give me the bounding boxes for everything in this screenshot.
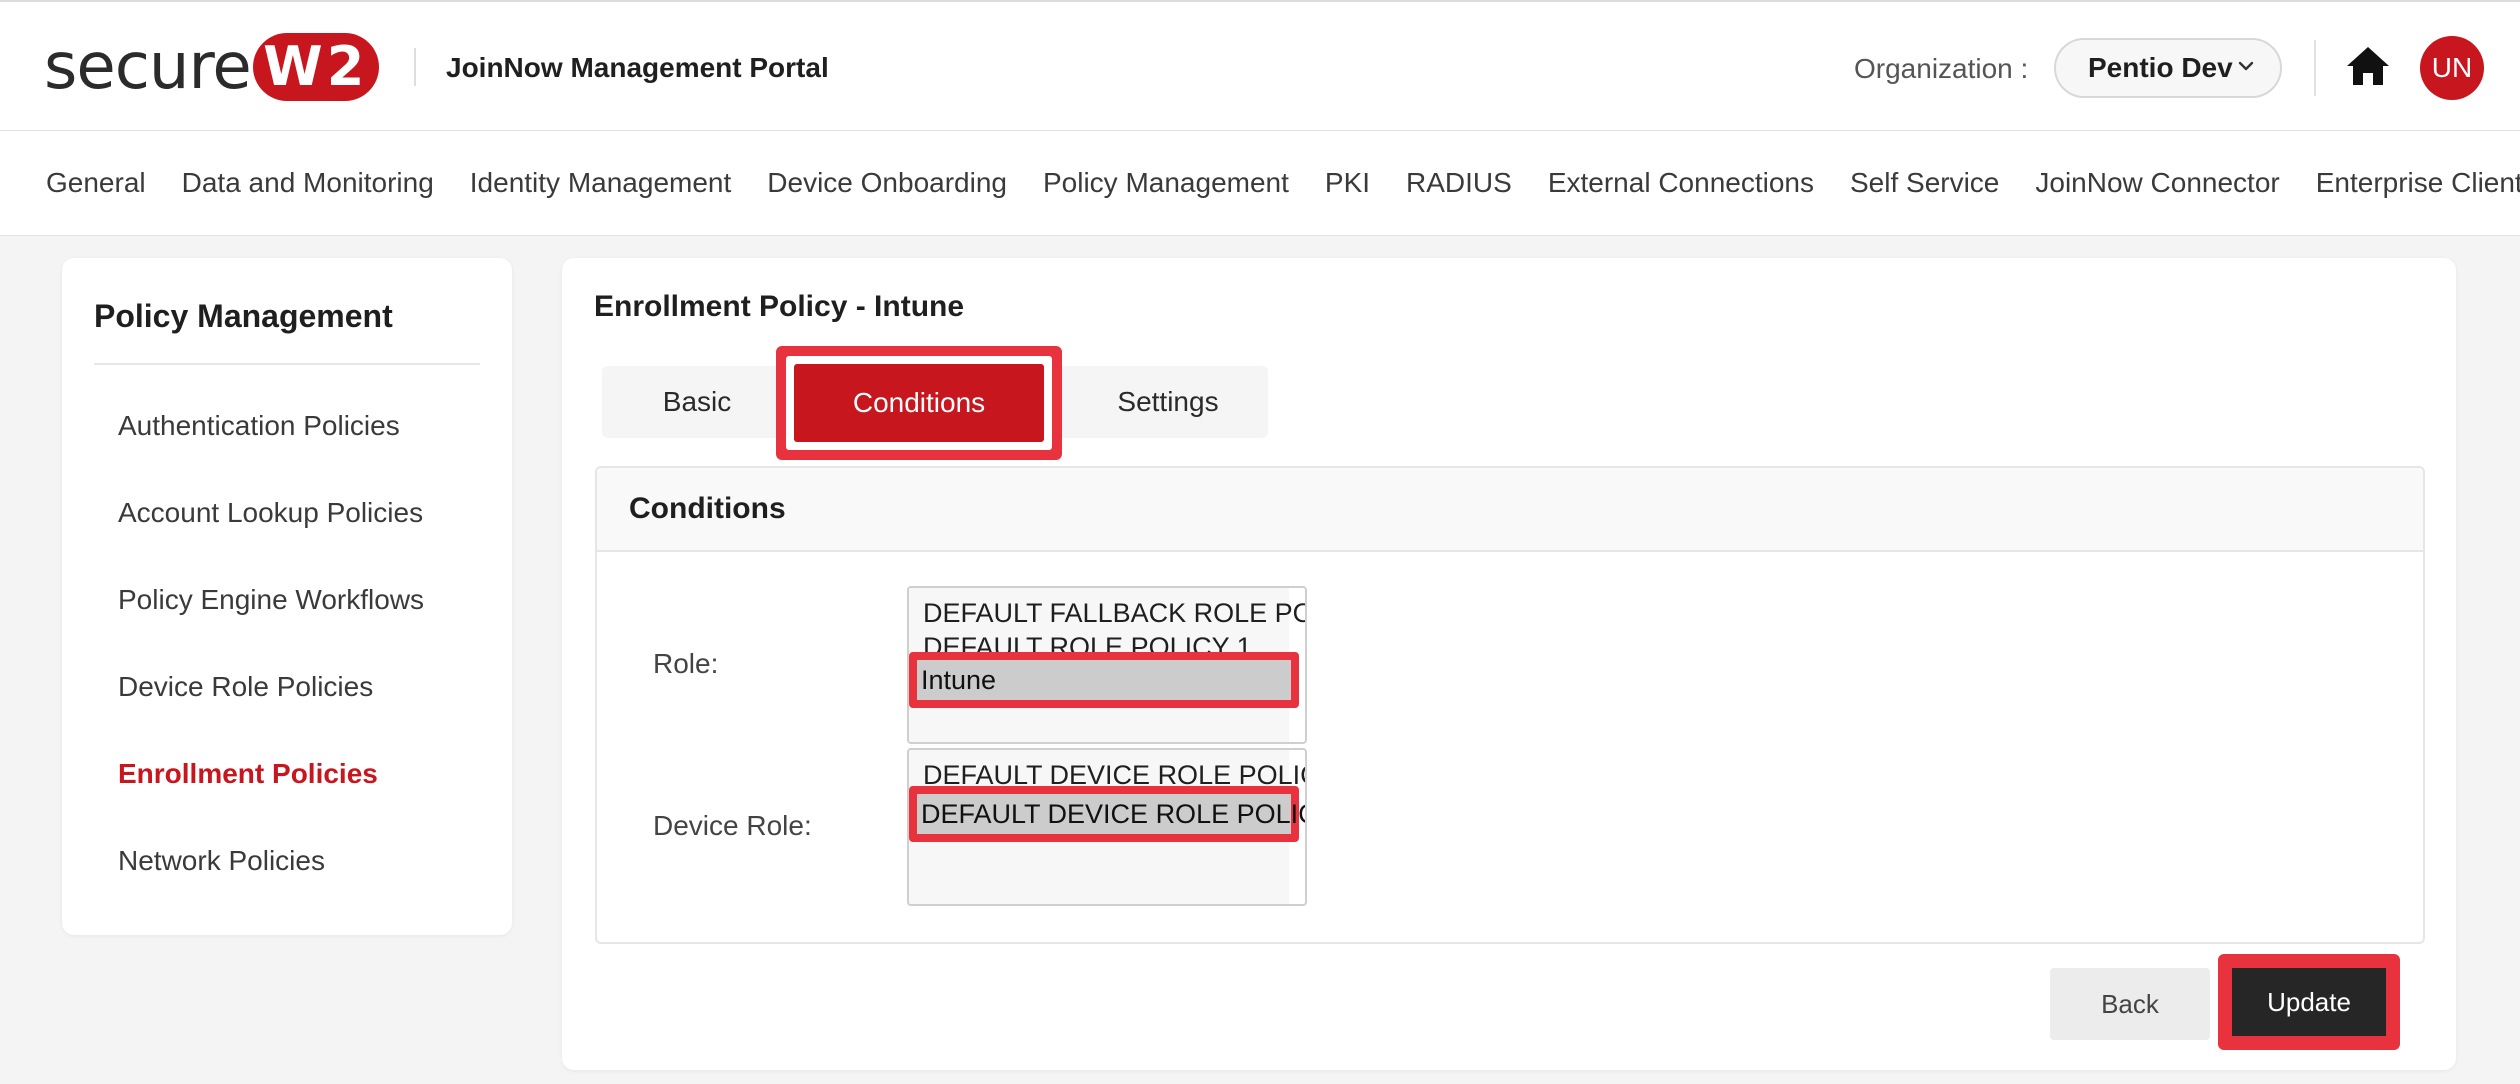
role-option-intune-label: Intune: [921, 665, 997, 695]
header-divider: [414, 48, 416, 86]
nav-item-radius[interactable]: RADIUS: [1406, 167, 1512, 199]
conditions-panel-header: Conditions: [597, 468, 2423, 552]
conditions-panel-title: Conditions: [629, 492, 786, 525]
nav-item-identity-management[interactable]: Identity Management: [470, 167, 732, 199]
device-role-label: Device Role:: [653, 810, 812, 841]
conditions-panel: Conditions Role: DEFAULT FALLBACK ROLE P…: [595, 466, 2425, 944]
device-role-option-2-label: DEFAULT DEVICE ROLE POLIC: [921, 799, 1307, 829]
tab-conditions[interactable]: Conditions: [794, 364, 1044, 442]
organization-label: Organization :: [1854, 53, 2029, 84]
portal-title: JoinNow Management Portal: [446, 52, 829, 83]
role-label: Role:: [653, 648, 719, 679]
back-button[interactable]: Back: [2050, 968, 2210, 1040]
sidebar-item-enrollment-policies[interactable]: Enrollment Policies: [118, 758, 378, 790]
logo-badge-text: W2: [263, 35, 369, 98]
update-button-highlight: Update: [2218, 954, 2400, 1050]
page-title: Enrollment Policy - Intune: [594, 290, 965, 323]
conditions-tab-highlight: Conditions: [776, 346, 1062, 460]
chevron-down-icon: [2238, 61, 2254, 71]
organization-select[interactable]: Pentio Dev: [2054, 38, 2282, 98]
logo-badge: W2: [252, 33, 379, 101]
device-role-selection-highlight: DEFAULT DEVICE ROLE POLIC: [909, 786, 1305, 842]
role-option-default-role-policy-1[interactable]: DEFAULT ROLE POLICY 1: [923, 632, 1252, 652]
nav-item-external-connections[interactable]: External Connections: [1548, 167, 1814, 199]
sidebar-item-device-role-policies[interactable]: Device Role Policies: [118, 671, 373, 703]
nav-item-enterprise-client[interactable]: Enterprise Client: [2316, 167, 2520, 199]
tab-basic[interactable]: Basic: [602, 366, 792, 438]
securew2-logo[interactable]: secure W2: [44, 32, 379, 102]
user-avatar[interactable]: UN: [2420, 36, 2484, 100]
update-button[interactable]: Update: [2232, 968, 2386, 1036]
sidebar-divider: [94, 363, 480, 365]
sidebar-title: Policy Management: [94, 298, 393, 334]
nav-item-data-and-monitoring[interactable]: Data and Monitoring: [182, 167, 434, 199]
device-role-listbox[interactable]: DEFAULT DEVICE ROLE POLIC DEFAULT DEVICE…: [907, 748, 1307, 906]
main-content: Enrollment Policy - Intune Basic Setting…: [562, 258, 2456, 1070]
role-listbox[interactable]: DEFAULT FALLBACK ROLE PO DEFAULT ROLE PO…: [907, 586, 1307, 744]
sidebar: Policy Management Authentication Policie…: [62, 258, 512, 935]
sidebar-item-policy-engine-workflows[interactable]: Policy Engine Workflows: [118, 584, 424, 616]
role-selection-highlight: Intune: [909, 652, 1299, 708]
device-role-option-2[interactable]: DEFAULT DEVICE ROLE POLIC: [917, 794, 1305, 834]
conditions-tab-highlight-gap: Conditions: [786, 356, 1052, 450]
sidebar-item-authentication-policies[interactable]: Authentication Policies: [118, 410, 400, 442]
nav-item-joinnow-connector[interactable]: JoinNow Connector: [2035, 167, 2279, 199]
nav-item-policy-management[interactable]: Policy Management: [1043, 167, 1289, 199]
tab-settings[interactable]: Settings: [1068, 366, 1268, 438]
home-icon[interactable]: [2345, 44, 2391, 88]
logo-text: secure: [44, 30, 252, 104]
sidebar-item-network-policies[interactable]: Network Policies: [118, 845, 325, 877]
top-header: secure W2 JoinNow Management Portal Orga…: [0, 0, 2520, 131]
role-option-default-fallback[interactable]: DEFAULT FALLBACK ROLE PO: [923, 598, 1305, 629]
nav-item-pki[interactable]: PKI: [1325, 167, 1370, 199]
sidebar-item-account-lookup-policies[interactable]: Account Lookup Policies: [118, 497, 423, 529]
role-option-intune[interactable]: Intune: [917, 660, 1291, 700]
organization-value: Pentio Dev: [2088, 52, 2233, 83]
nav-item-general[interactable]: General: [46, 167, 146, 199]
nav-item-self-service[interactable]: Self Service: [1850, 167, 1999, 199]
nav-item-device-onboarding[interactable]: Device Onboarding: [767, 167, 1007, 199]
main-nav: General Data and Monitoring Identity Man…: [0, 131, 2520, 236]
header-vertical-divider: [2314, 40, 2316, 96]
